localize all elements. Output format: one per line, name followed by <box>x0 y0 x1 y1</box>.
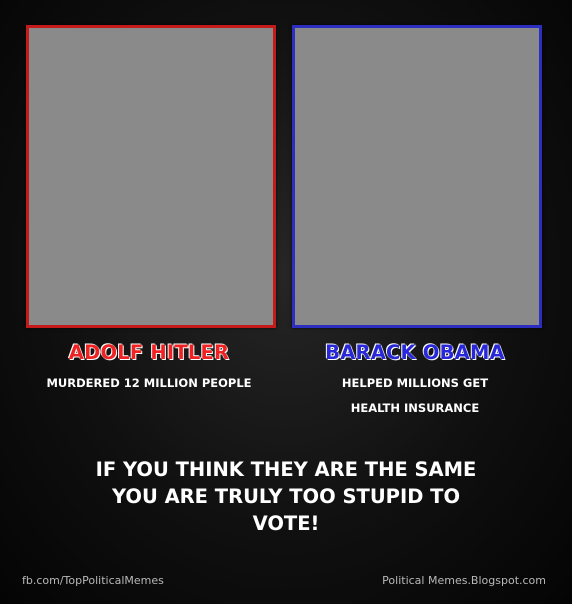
headline: IF YOU THINK THEY ARE THE SAME YOU ARE T… <box>20 456 552 537</box>
meme-poster: ADOLF HITLER BARACK OBAMA MURDERED 12 MI… <box>0 0 572 604</box>
left-photo-placeholder <box>29 28 273 325</box>
left-caption-line: MURDERED 12 MILLION PEOPLE <box>46 376 252 390</box>
right-photo-placeholder-fill <box>295 28 539 325</box>
right-caption-line-1: HELPED MILLIONS GET <box>341 376 489 390</box>
left-photo-placeholder-fill <box>29 28 273 325</box>
right-photo-frame <box>292 25 542 328</box>
footer-blog-credit: Political Memes.Blogspot.com <box>382 574 546 587</box>
right-person-name: BARACK OBAMA <box>325 341 505 364</box>
right-caption-line-2: HEALTH INSURANCE <box>350 401 480 415</box>
headline-line-2: YOU ARE TRULY TOO STUPID TO <box>111 485 461 508</box>
headline-line-1: IF YOU THINK THEY ARE THE SAME <box>95 458 477 481</box>
left-person-name: ADOLF HITLER <box>68 341 230 364</box>
footer-facebook-credit: fb.com/TopPoliticalMemes <box>22 574 164 587</box>
right-photo-placeholder <box>295 28 539 325</box>
headline-line-3: VOTE! <box>252 512 320 535</box>
right-caption: HELPED MILLIONS GET HEALTH INSURANCE <box>272 371 558 421</box>
left-photo-frame <box>26 25 276 328</box>
left-caption: MURDERED 12 MILLION PEOPLE <box>6 371 292 396</box>
